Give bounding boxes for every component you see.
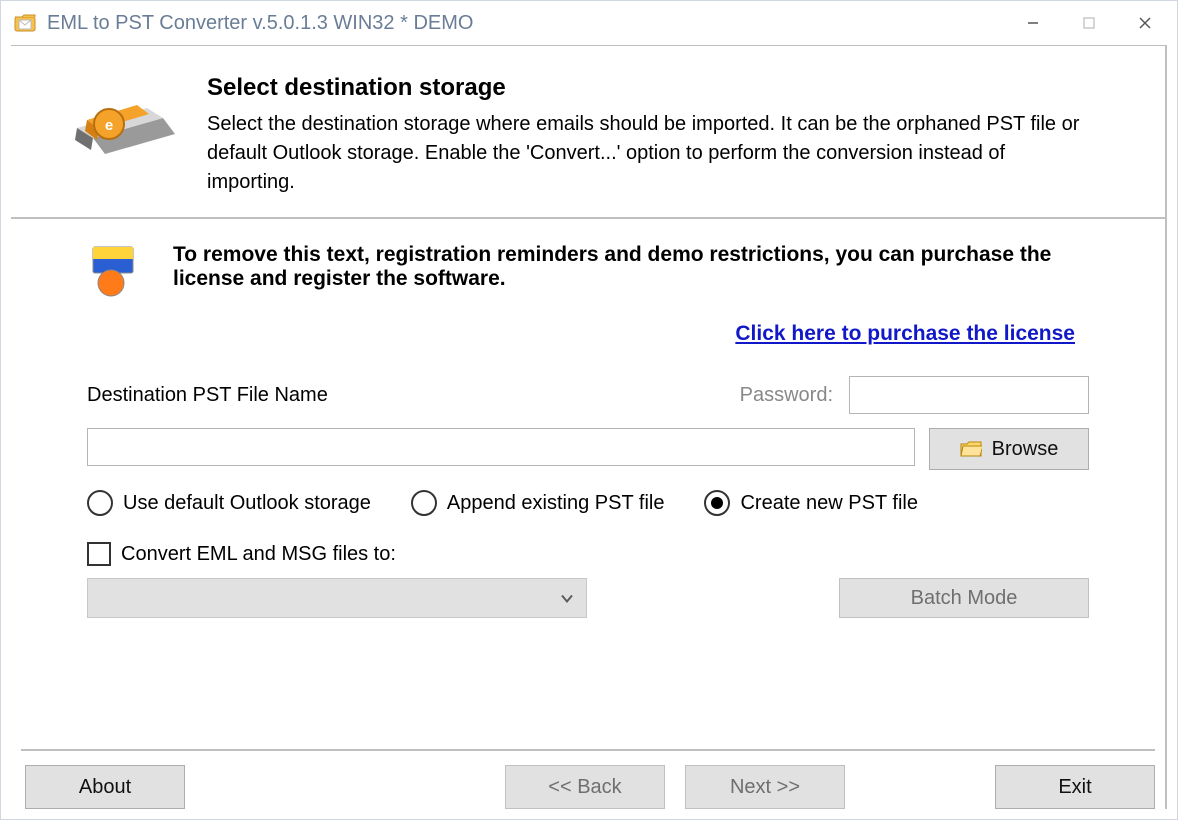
password-input[interactable] — [849, 376, 1089, 414]
destination-filename-label: Destination PST File Name — [87, 384, 328, 407]
batch-mode-label: Batch Mode — [911, 587, 1018, 610]
svg-text:e: e — [105, 117, 113, 134]
browse-button-label: Browse — [992, 438, 1059, 461]
radio-append-existing-pst[interactable]: Append existing PST file — [411, 490, 665, 516]
radio-use-default-outlook[interactable]: Use default Outlook storage — [87, 490, 371, 516]
about-button[interactable]: About — [25, 765, 185, 809]
browse-button[interactable]: Browse — [929, 428, 1089, 470]
about-label: About — [79, 776, 131, 799]
next-label: Next >> — [730, 776, 800, 799]
app-icon — [13, 11, 37, 35]
maximize-button — [1061, 3, 1117, 43]
app-window: EML to PST Converter v.5.0.1.3 WIN32 * D… — [0, 0, 1178, 820]
next-button: Next >> — [685, 765, 845, 809]
wizard-description: Select the destination storage where ema… — [207, 110, 1087, 197]
convert-format-select — [87, 578, 587, 618]
convert-checkbox[interactable]: Convert EML and MSG files to: — [87, 542, 1089, 566]
close-button[interactable] — [1117, 3, 1173, 43]
demo-notice-icon — [87, 243, 143, 304]
radio-label: Append existing PST file — [447, 492, 665, 515]
wizard-footer: About << Back Next >> Exit — [11, 751, 1165, 809]
title-bar: EML to PST Converter v.5.0.1.3 WIN32 * D… — [1, 1, 1177, 45]
wizard-heading: Select destination storage — [207, 74, 1087, 102]
back-label: << Back — [548, 776, 621, 799]
radio-label: Create new PST file — [740, 492, 918, 515]
demo-notice-text: To remove this text, registration remind… — [173, 243, 1089, 291]
password-label: Password: — [740, 384, 833, 407]
minimize-button[interactable] — [1005, 3, 1061, 43]
back-button: << Back — [505, 765, 665, 809]
purchase-license-link[interactable]: Click here to purchase the license — [735, 322, 1075, 345]
client-area: e Select destination storage Select the … — [1, 45, 1177, 819]
storage-mode-radios: Use default Outlook storage Append exist… — [87, 490, 1089, 516]
exit-label: Exit — [1058, 776, 1091, 799]
destination-form: Destination PST File Name Password: — [11, 366, 1165, 618]
radio-create-new-pst[interactable]: Create new PST file — [704, 490, 918, 516]
storage-icon: e — [63, 80, 183, 185]
convert-checkbox-label: Convert EML and MSG files to: — [121, 543, 396, 566]
destination-filename-input[interactable] — [87, 428, 915, 466]
wizard-header: e Select destination storage Select the … — [11, 46, 1165, 219]
exit-button[interactable]: Exit — [995, 765, 1155, 809]
demo-notice: To remove this text, registration remind… — [11, 219, 1165, 314]
folder-icon — [960, 440, 982, 458]
chevron-down-icon — [560, 588, 574, 609]
checkbox-box-icon — [87, 542, 111, 566]
batch-mode-button[interactable]: Batch Mode — [839, 578, 1089, 618]
radio-label: Use default Outlook storage — [123, 492, 371, 515]
window-title: EML to PST Converter v.5.0.1.3 WIN32 * D… — [47, 12, 473, 35]
